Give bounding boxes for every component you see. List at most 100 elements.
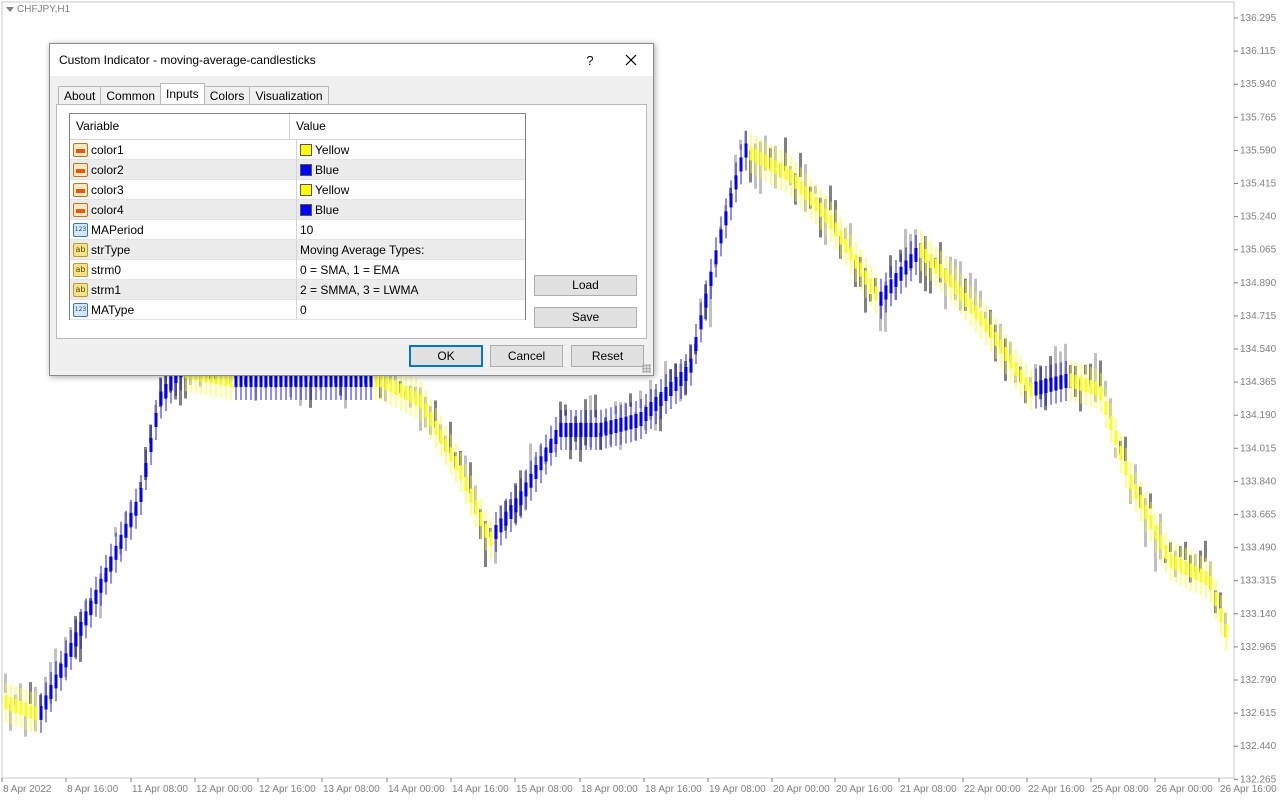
ma-candle-body bbox=[574, 423, 578, 437]
load-button[interactable]: Load bbox=[534, 275, 637, 296]
column-value[interactable]: Value bbox=[290, 114, 525, 139]
inputs-grid[interactable]: Variable Value color1 Yellow color2 Blue col… bbox=[69, 113, 526, 320]
ma-candle-body bbox=[564, 423, 568, 437]
param-value-cell[interactable]: Yellow bbox=[297, 140, 525, 159]
param-row[interactable]: color2 Blue bbox=[70, 160, 525, 180]
price-label: 133.140 bbox=[1240, 609, 1277, 620]
ma-candle-body bbox=[1119, 446, 1123, 460]
ma-candle-body bbox=[1034, 381, 1038, 396]
param-row[interactable]: ab strm1 2 = SMMA, 3 = LWMA bbox=[70, 280, 525, 300]
ma-candle-body bbox=[504, 511, 508, 526]
param-variable-cell[interactable]: 123 MAPeriod bbox=[70, 220, 297, 239]
param-value-cell[interactable]: 10 bbox=[297, 220, 525, 239]
time-label: 8 Apr 16:00 bbox=[67, 784, 119, 795]
tab-visualization[interactable]: Visualization bbox=[249, 86, 329, 104]
ma-candle-body bbox=[514, 498, 518, 513]
param-variable-cell[interactable]: ab strm1 bbox=[70, 280, 297, 299]
param-value-cell[interactable]: Moving Average Types: bbox=[297, 240, 525, 259]
string-param-icon: ab bbox=[73, 282, 88, 297]
ma-candle-body bbox=[49, 684, 53, 699]
price-label: 132.790 bbox=[1240, 675, 1277, 686]
dropdown-triangle-icon[interactable] bbox=[6, 7, 14, 12]
param-name: MAType bbox=[91, 302, 135, 317]
ok-button[interactable]: OK bbox=[409, 345, 483, 367]
param-row[interactable]: color4 Blue bbox=[70, 200, 525, 220]
tab-common[interactable]: Common bbox=[100, 86, 162, 104]
param-value-cell[interactable]: 2 = SMMA, 3 = LWMA bbox=[297, 280, 525, 299]
param-variable-cell[interactable]: ab strm0 bbox=[70, 260, 297, 279]
ma-candle-body bbox=[449, 447, 453, 462]
param-variable-cell[interactable]: color3 bbox=[70, 180, 297, 199]
price-label: 134.365 bbox=[1240, 377, 1277, 388]
param-row[interactable]: 123 MAPeriod 10 bbox=[70, 220, 525, 240]
param-name: color4 bbox=[91, 202, 124, 217]
color-param-icon bbox=[73, 182, 88, 197]
ma-candle-body bbox=[1159, 535, 1163, 549]
ma-candle-body bbox=[604, 421, 608, 436]
time-label: 15 Apr 08:00 bbox=[516, 784, 573, 795]
ma-candle-body bbox=[9, 697, 13, 712]
ma-candle-body bbox=[419, 394, 423, 409]
param-row[interactable]: color3 Yellow bbox=[70, 180, 525, 200]
resize-grip-icon[interactable] bbox=[642, 364, 651, 373]
ma-candle-body bbox=[839, 230, 843, 245]
price-label: 132.965 bbox=[1240, 642, 1277, 653]
ma-candle-body bbox=[1104, 401, 1108, 415]
ma-candle-body bbox=[1084, 378, 1088, 393]
param-row[interactable]: ab strm0 0 = SMA, 1 = EMA bbox=[70, 260, 525, 280]
close-button[interactable] bbox=[610, 44, 652, 76]
param-variable-cell[interactable]: color2 bbox=[70, 160, 297, 179]
ma-candle-body bbox=[909, 254, 913, 269]
ma-candle-body bbox=[729, 193, 733, 208]
param-row[interactable]: ab strType Moving Average Types: bbox=[70, 240, 525, 260]
ma-candle-body bbox=[1174, 556, 1178, 570]
param-value: Yellow bbox=[315, 182, 350, 197]
tab-inputs[interactable]: Inputs bbox=[160, 83, 205, 104]
ma-candle-body bbox=[774, 160, 778, 175]
param-variable-cell[interactable]: ab strType bbox=[70, 240, 297, 259]
ma-candle-body bbox=[659, 392, 663, 406]
column-variable[interactable]: Variable bbox=[70, 114, 290, 139]
ma-candle-body bbox=[889, 279, 893, 294]
ma-candle-body bbox=[1049, 377, 1053, 392]
ma-candle-body bbox=[1139, 495, 1143, 509]
param-value-cell[interactable]: Blue bbox=[297, 200, 525, 219]
ma-candle-body bbox=[614, 419, 618, 433]
param-row[interactable]: 123 MAType 0 bbox=[70, 300, 525, 320]
string-param-icon: ab bbox=[73, 262, 88, 277]
param-row[interactable]: color1 Yellow bbox=[70, 140, 525, 160]
ma-candle-body bbox=[79, 621, 83, 636]
dialog-titlebar[interactable]: Custom Indicator - moving-average-candle… bbox=[50, 44, 653, 76]
param-value-cell[interactable]: 0 bbox=[297, 300, 525, 319]
param-variable-cell[interactable]: color4 bbox=[70, 200, 297, 219]
ma-candle-body bbox=[149, 438, 153, 452]
cancel-button[interactable]: Cancel bbox=[490, 345, 563, 367]
ma-candle-body bbox=[1184, 561, 1188, 575]
ma-candle-body bbox=[544, 447, 548, 462]
ma-candle-body bbox=[569, 423, 573, 437]
ma-candle-body bbox=[954, 280, 958, 295]
save-button[interactable]: Save bbox=[534, 307, 637, 328]
ma-candle-body bbox=[1009, 354, 1013, 369]
param-value-cell[interactable]: Yellow bbox=[297, 180, 525, 199]
param-variable-cell[interactable]: color1 bbox=[70, 140, 297, 159]
time-label: 19 Apr 08:00 bbox=[709, 784, 766, 795]
price-label: 135.240 bbox=[1240, 212, 1277, 223]
ma-candle-body bbox=[69, 642, 73, 657]
ma-candle-body bbox=[1179, 558, 1183, 573]
param-value-cell[interactable]: 0 = SMA, 1 = EMA bbox=[297, 260, 525, 279]
help-button[interactable]: ? bbox=[570, 44, 610, 76]
ma-candle-body bbox=[119, 534, 123, 549]
ma-candle-body bbox=[154, 413, 158, 427]
ma-candle-body bbox=[44, 695, 48, 710]
ma-candle-body bbox=[844, 238, 848, 253]
param-value: Blue bbox=[315, 202, 340, 217]
ma-candle-body bbox=[1024, 377, 1028, 391]
tab-about[interactable]: About bbox=[58, 86, 102, 104]
param-variable-cell[interactable]: 123 MAType bbox=[70, 300, 297, 319]
tab-colors[interactable]: Colors bbox=[203, 86, 251, 104]
param-value: Yellow bbox=[315, 142, 350, 157]
reset-button[interactable]: Reset bbox=[571, 345, 644, 367]
ma-candle-body bbox=[899, 266, 903, 281]
param-value-cell[interactable]: Blue bbox=[297, 160, 525, 179]
